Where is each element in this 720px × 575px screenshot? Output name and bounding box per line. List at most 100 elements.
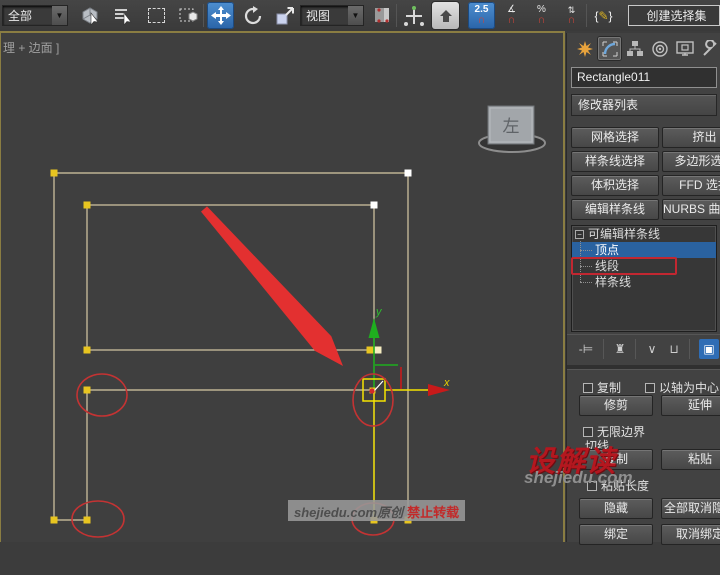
main-toolbar: 全部 ▼ 视图 ▼ 2.5 ∩ ∡ ∩ % ∩ ⇅ ∩ {✎} 创建选择集 [0, 0, 720, 31]
modifier-list-dropdown[interactable]: 修改器列表 [571, 94, 717, 116]
make-unique-button[interactable]: ∨ [641, 339, 663, 359]
braces-icon: } [608, 8, 613, 23]
hide-button[interactable]: 隐藏 [579, 498, 653, 519]
pencil-icon: ✎ [598, 8, 609, 23]
rectangular-selection-region-button[interactable] [143, 2, 170, 29]
stack-tree-branch [580, 282, 592, 283]
named-selection-set-field[interactable]: 创建选择集 [628, 5, 720, 26]
stack-item-spline[interactable]: 样条线 [572, 274, 716, 290]
mesh-select-button[interactable]: 网格选择 [571, 127, 659, 148]
tab-utilities[interactable] [698, 37, 720, 60]
unhide-all-button[interactable]: 全部取消隐藏 [661, 498, 720, 519]
configure-modifier-sets-button[interactable]: ▣ [699, 339, 719, 359]
axis-center-checkbox-label: 以轴为中心 [659, 381, 720, 395]
spline-select-button[interactable]: 样条线选择 [571, 151, 659, 172]
pin-stack-button[interactable]: -⊨ [575, 339, 597, 359]
nurbs-surface-button[interactable]: NURBS 曲面选择 [662, 199, 720, 220]
stack-root-row[interactable]: − 可编辑样条线 [572, 226, 716, 242]
remove-modifier-button[interactable]: ⊔ [663, 339, 685, 359]
select-object-button[interactable] [76, 2, 103, 29]
rollout-divider [567, 365, 720, 370]
magnet-icon: ∩ [567, 13, 576, 26]
window-crossing-toggle-button[interactable] [175, 2, 202, 29]
viewcube[interactable]: 左 [478, 105, 546, 153]
window-crossing-icon [179, 8, 197, 22]
edit-named-selection-sets-button[interactable]: {✎} [590, 2, 617, 29]
percent-snap-toggle-button[interactable]: % ∩ [528, 2, 555, 29]
watermark-site-text: shejiedu.com原创 [294, 505, 404, 520]
scale-icon [276, 6, 294, 24]
keyboard-shortcut-override-button[interactable] [432, 2, 459, 29]
pivot-center-icon [374, 7, 389, 23]
checkbox-icon[interactable] [583, 427, 593, 437]
stack-item-vertex[interactable]: 顶点 [571, 242, 716, 275]
tab-modify[interactable] [598, 37, 621, 60]
merge-arrows-icon: ∨ [647, 342, 657, 356]
checkbox-icon[interactable] [645, 383, 655, 393]
extend-button[interactable]: 延伸 [661, 395, 720, 416]
snaps-toggle-button[interactable]: 2.5 ∩ [468, 2, 495, 29]
reference-coordinate-dropdown[interactable]: 视图 ▼ [300, 5, 364, 26]
reference-coordinate-value: 视图 [306, 9, 331, 23]
paste-tangent-button[interactable]: 粘贴 [661, 449, 720, 470]
axis-center-checkbox[interactable]: 以轴为中心 [645, 379, 719, 396]
gizmo-x-label: x [443, 377, 450, 389]
selection-filter-dropdown[interactable]: 全部 ▼ [2, 5, 68, 26]
gizmo-y-arrowhead[interactable] [368, 318, 380, 338]
edit-spline-button[interactable]: 编辑样条线 [571, 199, 659, 220]
select-and-rotate-button[interactable] [239, 2, 266, 29]
magnet-icon: ∩ [507, 14, 516, 26]
config-icon: ▣ [703, 342, 715, 356]
stack-toolbar: -⊨ ♜ ∨ ⊔ ▣ [567, 334, 720, 363]
utilities-icon [702, 39, 717, 56]
chevron-down-icon[interactable]: ▼ [348, 6, 363, 25]
move-icon [210, 5, 231, 25]
use-pivot-center-button[interactable] [368, 2, 395, 29]
copy-checkbox[interactable]: 复制 [583, 379, 621, 396]
select-and-scale-button[interactable] [271, 2, 298, 29]
object-name-field[interactable]: Rectangle011 [571, 67, 717, 88]
up-arrow-icon [439, 9, 452, 22]
ffd-select-button[interactable]: FFD 选择 [662, 175, 720, 196]
copy-checkbox-label: 复制 [597, 381, 622, 395]
select-by-name-button[interactable] [109, 2, 136, 29]
select-by-name-icon [114, 8, 132, 26]
chevron-down-icon[interactable]: ▼ [52, 6, 67, 25]
watermark-banner: shejiedu.com原创 禁止转载 [288, 500, 466, 521]
selected-vertex-dot[interactable] [369, 388, 375, 394]
show-end-result-button[interactable]: ♜ [609, 339, 631, 359]
angle-snap-toggle-button[interactable]: ∡ ∩ [498, 2, 525, 29]
extrude-button[interactable]: 挤出 [662, 127, 720, 148]
viewport-canvas[interactable]: 左 y x [1, 66, 565, 575]
poly-select-button[interactable]: 多边形选择 [662, 151, 720, 172]
checkbox-icon[interactable] [583, 383, 593, 393]
vertex-annotation-box [571, 257, 677, 275]
rotate-icon [244, 5, 261, 24]
marquee-rect-icon [148, 8, 165, 23]
spinner-snap-toggle-button[interactable]: ⇅ ∩ [558, 2, 585, 29]
viewport-shading-label[interactable]: 理 + 边面 ] [3, 39, 59, 56]
modifier-stack[interactable]: − 可编辑样条线 顶点 线段 样条线 [571, 225, 717, 332]
stack-item-label: 样条线 [595, 275, 632, 289]
gizmo-y-label: y [375, 306, 383, 318]
stack-root-label: 可编辑样条线 [588, 227, 661, 241]
select-and-move-button[interactable] [207, 2, 234, 29]
annotation-arrow [201, 206, 343, 366]
select-and-manipulate-button[interactable] [400, 2, 427, 29]
outer-spline-outline[interactable] [53, 172, 409, 521]
trash-icon: ⊔ [669, 342, 679, 356]
watermark-warning-text: 禁止转载 [407, 505, 460, 520]
tab-create[interactable] [573, 37, 596, 60]
tab-motion[interactable] [648, 37, 671, 60]
collapse-icon[interactable]: − [575, 230, 584, 239]
vol-select-button[interactable]: 体积选择 [571, 175, 659, 196]
tab-hierarchy[interactable] [623, 37, 646, 60]
vertex-markers[interactable] [50, 169, 412, 524]
trim-button[interactable]: 修剪 [579, 395, 653, 416]
viewport[interactable]: 理 + 边面 ] 左 y x [0, 31, 565, 542]
inner-rectangle-spline[interactable] [86, 204, 375, 351]
vertex-handle-line[interactable] [373, 380, 384, 392]
motion-icon [651, 40, 668, 57]
tab-display[interactable] [673, 37, 696, 60]
chess-piece-icon: ♜ [614, 342, 626, 356]
